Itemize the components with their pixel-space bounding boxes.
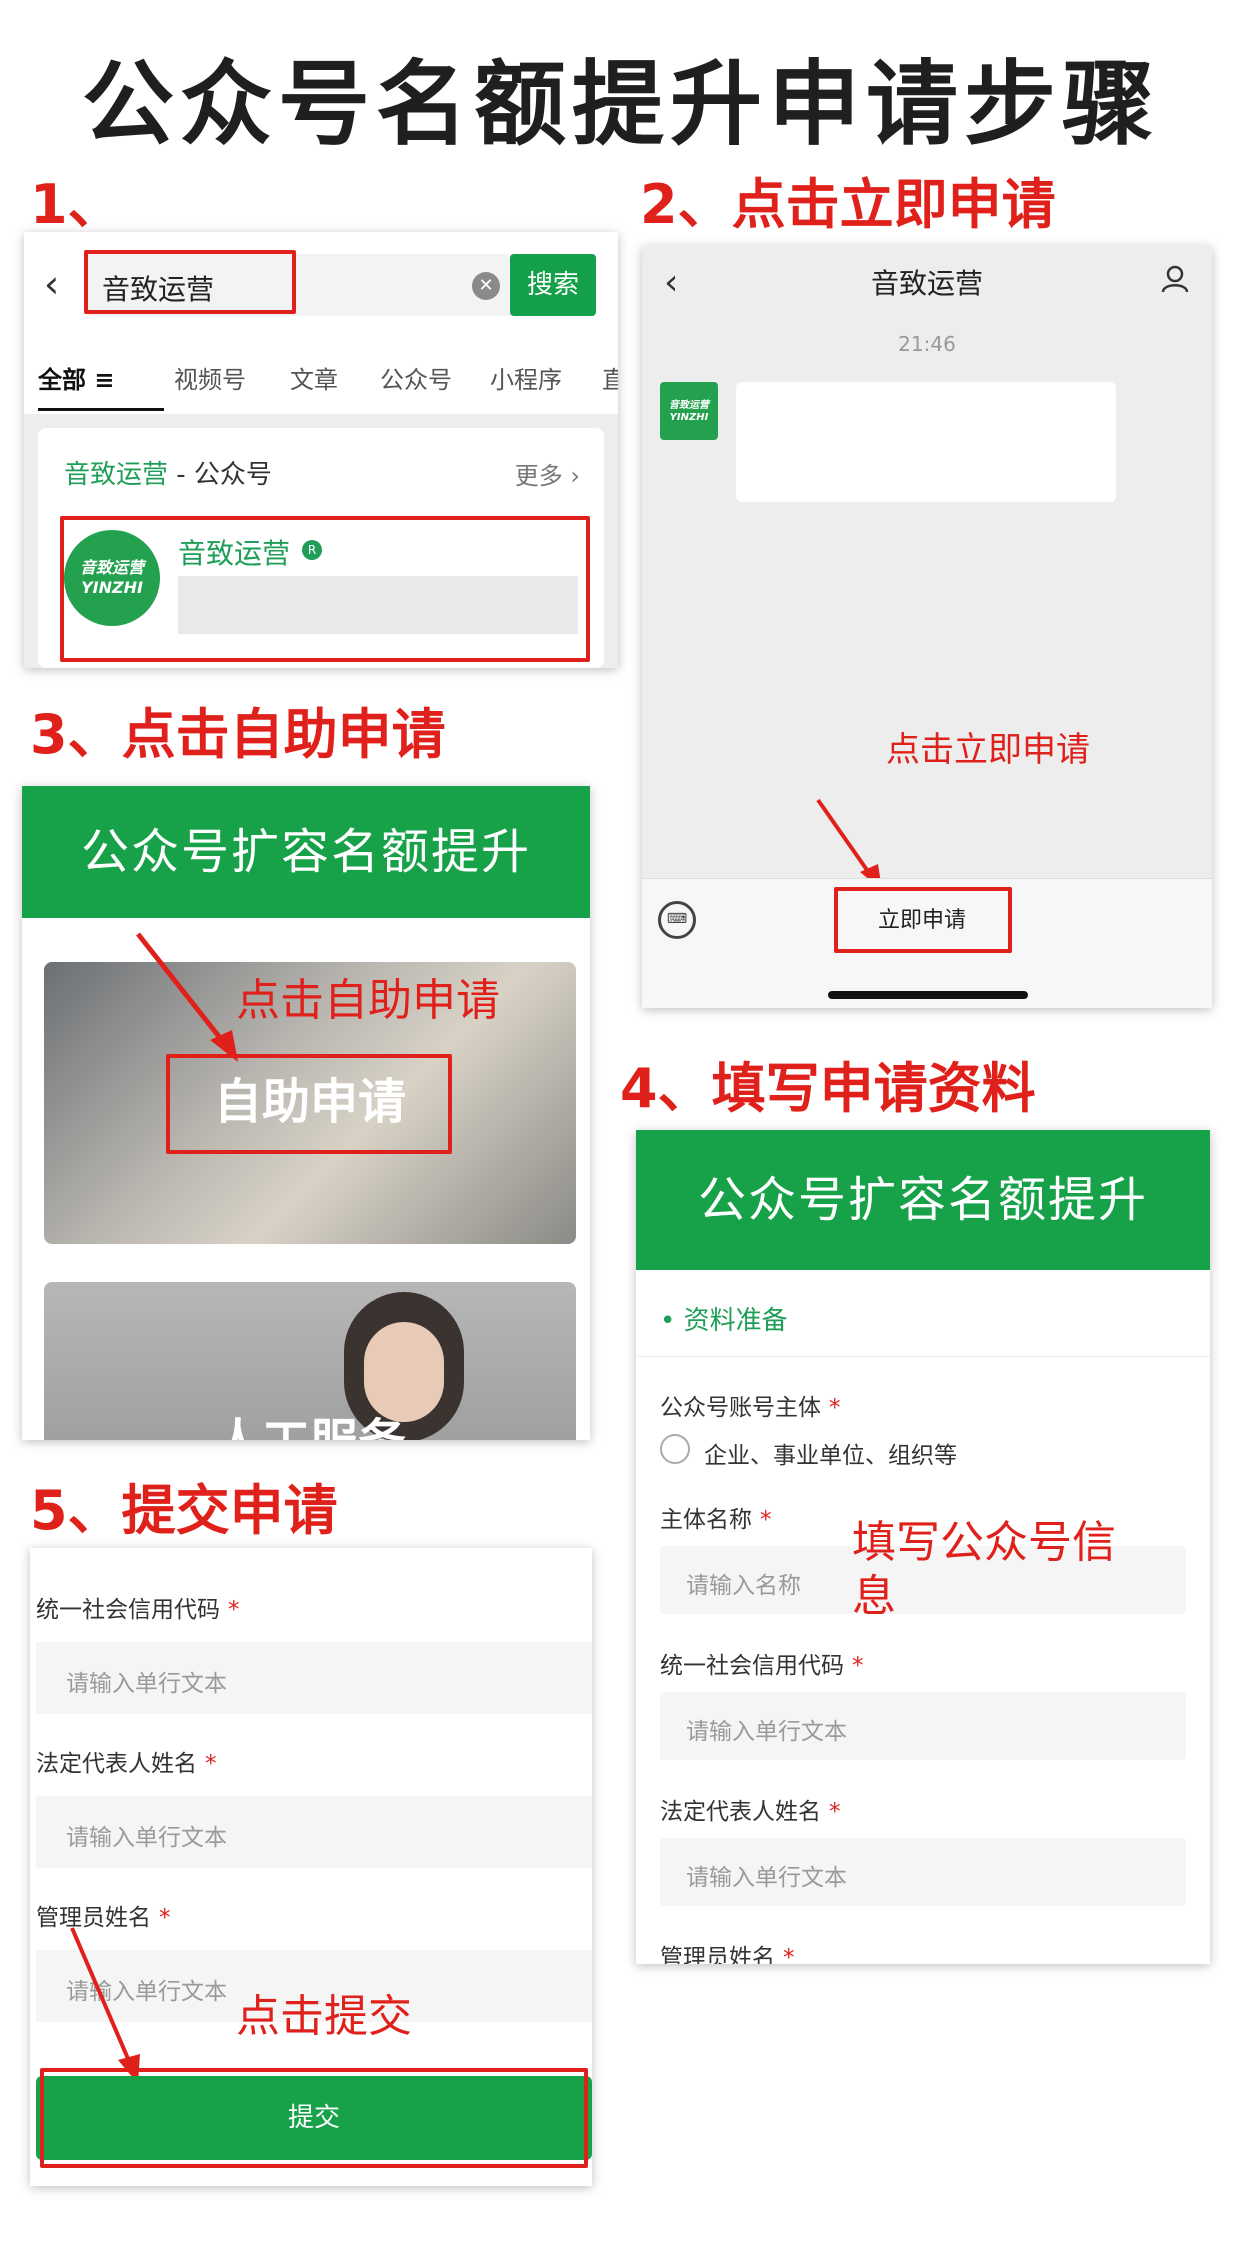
message-time: 21:46 xyxy=(898,332,956,356)
chat-title: 音致运营 xyxy=(870,267,983,300)
annotation-click-self-apply: 点击自助申请 xyxy=(236,975,500,1026)
manual-service-card[interactable]: 人工服务 xyxy=(44,1282,576,1440)
tab-indicator xyxy=(38,408,164,411)
field-label-legal-rep: 法定代表人姓名 * xyxy=(660,1799,841,1825)
panel-header: 公众号扩容名额提升 xyxy=(636,1130,1210,1270)
tab-articles[interactable]: 文章 xyxy=(290,360,338,395)
step-2-label: 2、点击立即申请 xyxy=(640,173,1056,236)
message-bubble xyxy=(736,382,1116,502)
tab-more[interactable]: 直 xyxy=(602,360,618,395)
search-button[interactable]: 搜索 xyxy=(510,254,596,316)
more-link[interactable]: 更多 › xyxy=(515,456,580,491)
highlight-apply-now xyxy=(834,887,1012,953)
submit-panel: 统一社会信用代码 * 请输入单行文本 法定代表人姓名 * 请输入单行文本 管理员姓名… xyxy=(30,1548,592,2186)
tab-official-accounts[interactable]: 公众号 xyxy=(380,360,452,395)
annotation-fill-info: 填写公众号信息 xyxy=(852,1517,1116,1622)
annotation-arrow xyxy=(136,932,238,1062)
tab-mini-programs[interactable]: 小程序 xyxy=(490,360,562,395)
form-panel: 公众号扩容名额提升 • 资料准备 公众号账号主体 * 企业、事业单位、组织等 主体… xyxy=(636,1130,1210,1964)
field-label-subject: 公众号账号主体 * xyxy=(660,1395,841,1421)
result-card-title: 音致运营 - 公众号 xyxy=(64,460,272,490)
clear-icon[interactable]: ✕ xyxy=(472,272,500,300)
search-tabs: 全部 ≡ 视频号 文章 公众号 小程序 直 xyxy=(24,338,618,414)
highlight-account-result xyxy=(60,516,590,662)
highlight-search-box xyxy=(84,250,296,314)
keyboard-icon[interactable]: ⌨ xyxy=(658,901,696,939)
highlight-submit xyxy=(40,2068,588,2168)
legal-rep-input[interactable]: 请输入单行文本 xyxy=(36,1796,592,1868)
home-indicator xyxy=(828,991,1028,999)
highlight-self-apply xyxy=(166,1054,452,1154)
step-1-label: 1、 xyxy=(30,173,122,236)
result-card: 音致运营 - 公众号 更多 › 音致运营 YINZHI 音致运营 R xyxy=(38,428,604,668)
step-3-label: 3、点击自助申请 xyxy=(30,703,446,766)
section-title: • 资料准备 xyxy=(660,1306,788,1336)
chat-header: ‹ 音致运营 xyxy=(642,246,1212,320)
credit-code-input[interactable]: 请输入单行文本 xyxy=(36,1642,592,1714)
field-label-legal-rep: 法定代表人姓名 * xyxy=(36,1751,217,1777)
step-4-label: 4、填写申请资料 xyxy=(620,1057,1036,1120)
divider xyxy=(636,1356,1210,1357)
credit-code-input[interactable]: 请输入单行文本 xyxy=(660,1692,1186,1760)
panel-header: 公众号扩容名额提升 xyxy=(22,786,590,918)
annotation-click-submit: 点击提交 xyxy=(236,1991,412,2042)
field-label-admin: 管理员姓名 * xyxy=(660,1945,795,1964)
chat-panel: ‹ 音致运营 21:46 音致运营 YINZHI 点击立即申请 ⌨ 立即申请 xyxy=(642,246,1212,1008)
annotation-arrow xyxy=(70,1927,140,2084)
subject-radio[interactable] xyxy=(660,1434,690,1464)
back-icon[interactable]: ‹ xyxy=(44,262,59,306)
step-5-label: 5、提交申请 xyxy=(30,1479,338,1542)
search-panel: ‹ 音致运营 ✕ 搜索 全部 ≡ 视频号 文章 公众号 小程序 直 音致运营 -… xyxy=(24,232,618,668)
page-title: 公众号名额提升申请步骤 xyxy=(81,51,1160,158)
manual-service-label: 人工服务 xyxy=(44,1402,576,1440)
self-apply-panel: 公众号扩容名额提升 自助申请 点击自助申请 人工服务 xyxy=(22,786,590,1440)
account-avatar[interactable]: 音致运营 YINZHI xyxy=(660,382,718,440)
filter-icon[interactable]: ≡ xyxy=(94,366,114,394)
radio-option-label: 企业、事业单位、组织等 xyxy=(704,1443,957,1469)
tab-channels[interactable]: 视频号 xyxy=(174,360,246,395)
field-label-credit-code: 统一社会信用代码 * xyxy=(36,1597,240,1623)
user-icon[interactable] xyxy=(1160,264,1190,302)
legal-rep-input[interactable]: 请输入单行文本 xyxy=(660,1838,1186,1906)
field-label-credit-code: 统一社会信用代码 * xyxy=(660,1653,864,1679)
chat-bottom-bar: ⌨ 立即申请 xyxy=(642,878,1212,1008)
tab-all[interactable]: 全部 ≡ xyxy=(38,360,114,395)
annotation-click-apply: 点击立即申请 xyxy=(886,730,1090,770)
search-bar: ‹ 音致运营 ✕ 搜索 xyxy=(24,232,618,338)
field-label-name: 主体名称 * xyxy=(660,1507,772,1533)
